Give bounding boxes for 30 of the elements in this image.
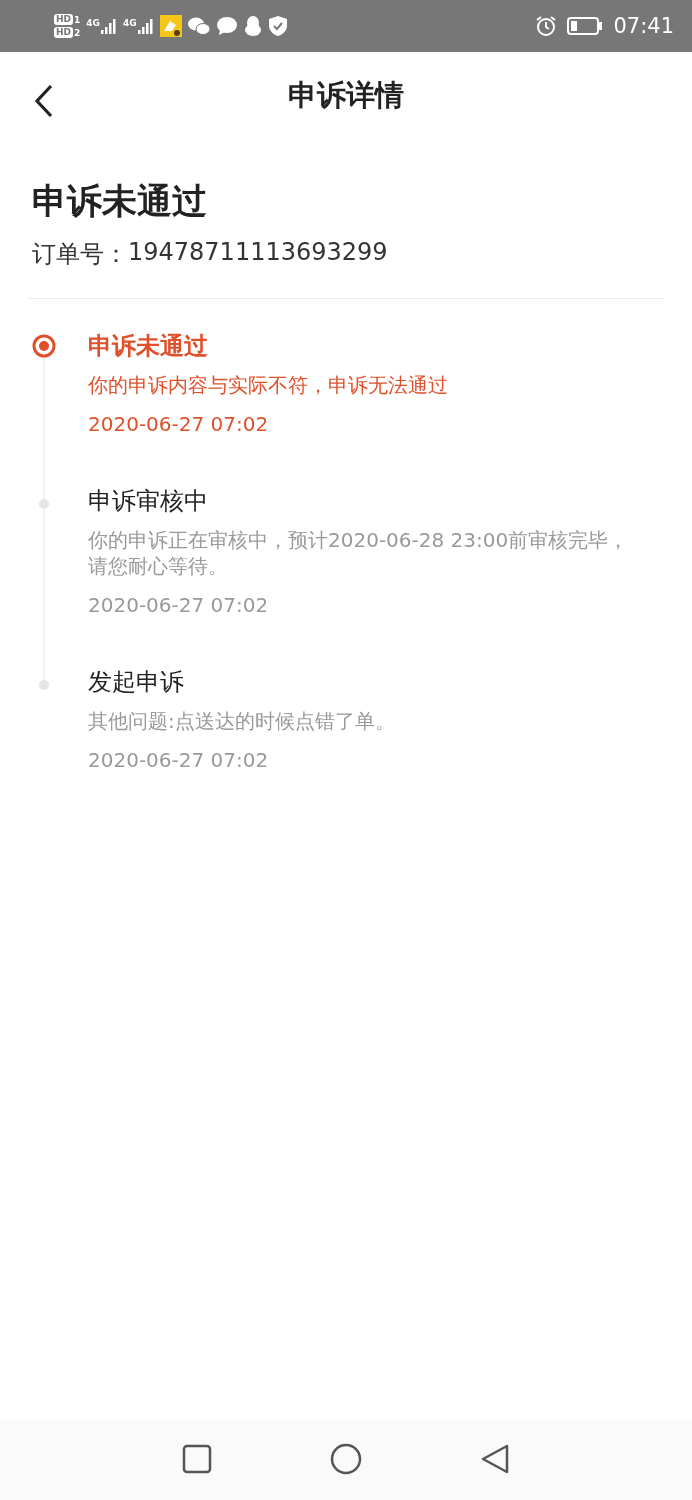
- signal-icon: [100, 18, 117, 34]
- battery-icon: [567, 17, 604, 35]
- step-title: 申诉未通过: [88, 331, 209, 362]
- message-icon: [215, 16, 238, 36]
- order-number: 19478711113693299: [128, 238, 388, 268]
- hd-badge: HD: [54, 14, 73, 25]
- step-description: 其他问题:点送达的时候点错了单。: [88, 708, 396, 734]
- sim-number: 1: [74, 14, 81, 25]
- shield-icon: [267, 15, 288, 37]
- step-description: 你的申诉正在审核中，预计2020-06-28 23:00前审核完毕，请您耐心等待。: [88, 527, 630, 579]
- step-time: 2020-06-27 07:02: [88, 593, 270, 617]
- penguin-icon: [243, 15, 262, 37]
- step-title: 发起申诉: [88, 667, 185, 698]
- network-type: 4G: [86, 18, 100, 28]
- chat-bubbles-icon: [187, 16, 210, 36]
- clock-time: 07:41: [613, 14, 674, 38]
- step-time: 2020-06-27 07:02: [88, 748, 270, 772]
- signal-icon: [137, 18, 154, 34]
- network-type: 4G: [122, 18, 137, 28]
- step-time: 2020-06-27 07:02: [88, 412, 270, 436]
- step-description: 你的申诉内容与实际不符，申诉无法通过: [88, 372, 449, 398]
- status-heading: 申诉未通过: [32, 180, 208, 223]
- app-icon: [159, 15, 182, 37]
- page-title: 申诉详情: [288, 77, 404, 114]
- back-icon: [34, 84, 54, 118]
- order-label: 订单号：: [32, 239, 128, 270]
- hd-badge: HD: [54, 27, 73, 38]
- sim-number: 2: [74, 27, 81, 38]
- alarm-icon: [535, 15, 558, 37]
- step-title: 申诉审核中: [88, 486, 209, 517]
